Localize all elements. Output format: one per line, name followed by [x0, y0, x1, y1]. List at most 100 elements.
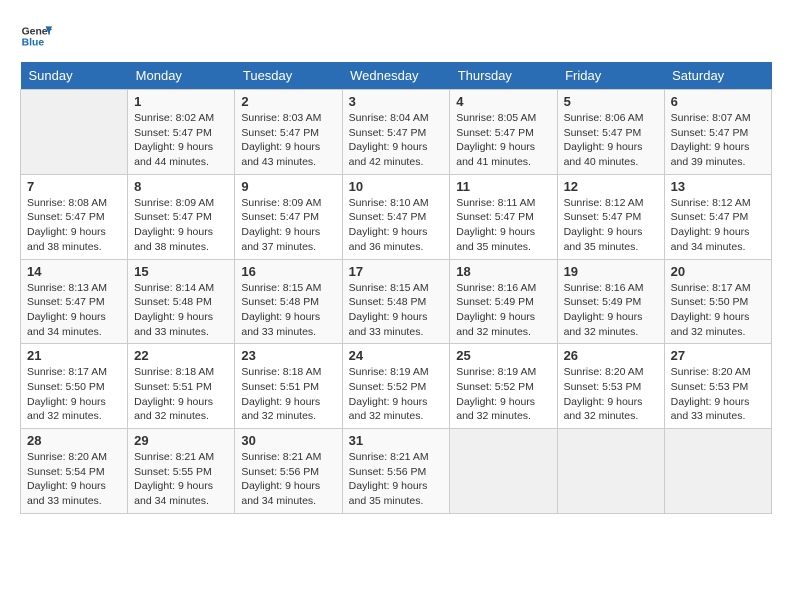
calendar-cell: 29 Sunrise: 8:21 AM Sunset: 5:55 PM Dayl… — [128, 429, 235, 514]
day-number: 16 — [241, 264, 335, 279]
day-number: 17 — [349, 264, 444, 279]
daylight-label: Daylight: 9 hours and 33 minutes. — [241, 311, 320, 338]
day-info: Sunrise: 8:05 AM Sunset: 5:47 PM Dayligh… — [456, 111, 550, 170]
day-number: 10 — [349, 179, 444, 194]
sunset-label: Sunset: 5:53 PM — [671, 381, 749, 393]
calendar-cell: 6 Sunrise: 8:07 AM Sunset: 5:47 PM Dayli… — [664, 90, 771, 175]
daylight-label: Daylight: 9 hours and 41 minutes. — [456, 141, 535, 168]
sunrise-label: Sunrise: 8:04 AM — [349, 112, 429, 124]
sunset-label: Sunset: 5:47 PM — [456, 127, 534, 139]
sunrise-label: Sunrise: 8:15 AM — [241, 282, 321, 294]
day-number: 15 — [134, 264, 228, 279]
daylight-label: Daylight: 9 hours and 32 minutes. — [456, 396, 535, 423]
day-number: 13 — [671, 179, 765, 194]
calendar-cell: 10 Sunrise: 8:10 AM Sunset: 5:47 PM Dayl… — [342, 174, 450, 259]
sunset-label: Sunset: 5:47 PM — [134, 127, 212, 139]
daylight-label: Daylight: 9 hours and 32 minutes. — [349, 396, 428, 423]
calendar-cell: 25 Sunrise: 8:19 AM Sunset: 5:52 PM Dayl… — [450, 344, 557, 429]
sunrise-label: Sunrise: 8:07 AM — [671, 112, 751, 124]
calendar-cell: 1 Sunrise: 8:02 AM Sunset: 5:47 PM Dayli… — [128, 90, 235, 175]
day-info: Sunrise: 8:12 AM Sunset: 5:47 PM Dayligh… — [671, 196, 765, 255]
daylight-label: Daylight: 9 hours and 42 minutes. — [349, 141, 428, 168]
week-row-0: 1 Sunrise: 8:02 AM Sunset: 5:47 PM Dayli… — [21, 90, 772, 175]
daylight-label: Daylight: 9 hours and 40 minutes. — [564, 141, 643, 168]
daylight-label: Daylight: 9 hours and 32 minutes. — [456, 311, 535, 338]
sunset-label: Sunset: 5:56 PM — [241, 466, 319, 478]
calendar-cell: 7 Sunrise: 8:08 AM Sunset: 5:47 PM Dayli… — [21, 174, 128, 259]
sunset-label: Sunset: 5:50 PM — [671, 296, 749, 308]
day-info: Sunrise: 8:21 AM Sunset: 5:55 PM Dayligh… — [134, 450, 228, 509]
sunrise-label: Sunrise: 8:11 AM — [456, 197, 535, 209]
sunset-label: Sunset: 5:51 PM — [241, 381, 319, 393]
daylight-label: Daylight: 9 hours and 36 minutes. — [349, 226, 428, 253]
sunset-label: Sunset: 5:48 PM — [241, 296, 319, 308]
daylight-label: Daylight: 9 hours and 34 minutes. — [241, 480, 320, 507]
sunrise-label: Sunrise: 8:10 AM — [349, 197, 429, 209]
daylight-label: Daylight: 9 hours and 32 minutes. — [134, 396, 213, 423]
sunset-label: Sunset: 5:47 PM — [564, 211, 642, 223]
day-info: Sunrise: 8:02 AM Sunset: 5:47 PM Dayligh… — [134, 111, 228, 170]
calendar-cell: 11 Sunrise: 8:11 AM Sunset: 5:47 PM Dayl… — [450, 174, 557, 259]
svg-text:Blue: Blue — [22, 38, 45, 49]
day-info: Sunrise: 8:11 AM Sunset: 5:47 PM Dayligh… — [456, 196, 550, 255]
day-info: Sunrise: 8:21 AM Sunset: 5:56 PM Dayligh… — [349, 450, 444, 509]
daylight-label: Daylight: 9 hours and 39 minutes. — [671, 141, 750, 168]
sunrise-label: Sunrise: 8:12 AM — [671, 197, 751, 209]
sunrise-label: Sunrise: 8:12 AM — [564, 197, 644, 209]
day-number: 27 — [671, 348, 765, 363]
logo: General Blue — [20, 20, 52, 52]
sunrise-label: Sunrise: 8:16 AM — [564, 282, 644, 294]
sunrise-label: Sunrise: 8:13 AM — [27, 282, 107, 294]
day-info: Sunrise: 8:17 AM Sunset: 5:50 PM Dayligh… — [27, 365, 121, 424]
sunrise-label: Sunrise: 8:21 AM — [134, 451, 214, 463]
day-number: 29 — [134, 433, 228, 448]
sunrise-label: Sunrise: 8:09 AM — [134, 197, 214, 209]
day-header-thursday: Thursday — [450, 62, 557, 90]
sunset-label: Sunset: 5:53 PM — [564, 381, 642, 393]
day-info: Sunrise: 8:13 AM Sunset: 5:47 PM Dayligh… — [27, 281, 121, 340]
calendar-cell: 21 Sunrise: 8:17 AM Sunset: 5:50 PM Dayl… — [21, 344, 128, 429]
day-info: Sunrise: 8:19 AM Sunset: 5:52 PM Dayligh… — [456, 365, 550, 424]
calendar-cell: 18 Sunrise: 8:16 AM Sunset: 5:49 PM Dayl… — [450, 259, 557, 344]
sunrise-label: Sunrise: 8:21 AM — [349, 451, 429, 463]
calendar-cell: 30 Sunrise: 8:21 AM Sunset: 5:56 PM Dayl… — [235, 429, 342, 514]
sunset-label: Sunset: 5:49 PM — [456, 296, 534, 308]
daylight-label: Daylight: 9 hours and 35 minutes. — [349, 480, 428, 507]
daylight-label: Daylight: 9 hours and 33 minutes. — [671, 396, 750, 423]
day-info: Sunrise: 8:10 AM Sunset: 5:47 PM Dayligh… — [349, 196, 444, 255]
daylight-label: Daylight: 9 hours and 38 minutes. — [27, 226, 106, 253]
calendar-cell — [21, 90, 128, 175]
sunset-label: Sunset: 5:49 PM — [564, 296, 642, 308]
sunset-label: Sunset: 5:55 PM — [134, 466, 212, 478]
sunrise-label: Sunrise: 8:20 AM — [27, 451, 107, 463]
day-number: 7 — [27, 179, 121, 194]
calendar-cell — [664, 429, 771, 514]
calendar-cell: 28 Sunrise: 8:20 AM Sunset: 5:54 PM Dayl… — [21, 429, 128, 514]
calendar-cell: 13 Sunrise: 8:12 AM Sunset: 5:47 PM Dayl… — [664, 174, 771, 259]
day-info: Sunrise: 8:20 AM Sunset: 5:53 PM Dayligh… — [564, 365, 658, 424]
sunset-label: Sunset: 5:47 PM — [671, 127, 749, 139]
day-info: Sunrise: 8:21 AM Sunset: 5:56 PM Dayligh… — [241, 450, 335, 509]
day-number: 22 — [134, 348, 228, 363]
day-number: 11 — [456, 179, 550, 194]
daylight-label: Daylight: 9 hours and 33 minutes. — [134, 311, 213, 338]
day-number: 26 — [564, 348, 658, 363]
day-info: Sunrise: 8:15 AM Sunset: 5:48 PM Dayligh… — [241, 281, 335, 340]
sunset-label: Sunset: 5:56 PM — [349, 466, 427, 478]
sunset-label: Sunset: 5:47 PM — [241, 211, 319, 223]
day-header-monday: Monday — [128, 62, 235, 90]
sunrise-label: Sunrise: 8:17 AM — [671, 282, 751, 294]
daylight-label: Daylight: 9 hours and 38 minutes. — [134, 226, 213, 253]
day-info: Sunrise: 8:09 AM Sunset: 5:47 PM Dayligh… — [134, 196, 228, 255]
calendar-cell: 15 Sunrise: 8:14 AM Sunset: 5:48 PM Dayl… — [128, 259, 235, 344]
sunrise-label: Sunrise: 8:14 AM — [134, 282, 214, 294]
day-info: Sunrise: 8:04 AM Sunset: 5:47 PM Dayligh… — [349, 111, 444, 170]
sunset-label: Sunset: 5:52 PM — [349, 381, 427, 393]
day-number: 3 — [349, 94, 444, 109]
day-number: 18 — [456, 264, 550, 279]
calendar-cell — [557, 429, 664, 514]
sunrise-label: Sunrise: 8:18 AM — [134, 366, 214, 378]
sunset-label: Sunset: 5:47 PM — [241, 127, 319, 139]
day-number: 12 — [564, 179, 658, 194]
daylight-label: Daylight: 9 hours and 32 minutes. — [564, 396, 643, 423]
